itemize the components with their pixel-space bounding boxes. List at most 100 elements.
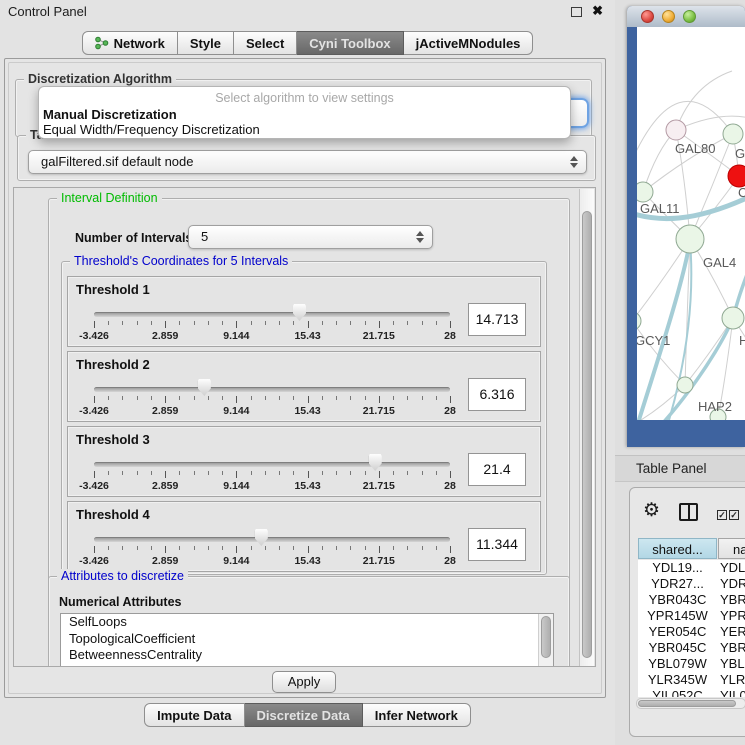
- tick-mark: [422, 396, 423, 400]
- table-row[interactable]: YER054CYER0: [638, 624, 745, 640]
- checkbox-icon[interactable]: ✓: [717, 510, 727, 520]
- minimize-traffic-light[interactable]: [662, 10, 675, 23]
- apply-button[interactable]: Apply: [272, 671, 336, 693]
- tab-jactivemnodules[interactable]: jActiveMNodules: [404, 31, 534, 55]
- tick-mark: [308, 396, 309, 403]
- scrollbar-thumb[interactable]: [638, 700, 736, 707]
- slider-thumb[interactable]: [293, 304, 306, 321]
- table-row[interactable]: YLR345WYLR3: [638, 672, 745, 688]
- network-node[interactable]: [637, 312, 641, 330]
- tick-mark: [350, 546, 351, 550]
- network-edge-highlighted[interactable]: [637, 241, 690, 420]
- node-label: H: [739, 333, 745, 348]
- tick-mark: [94, 321, 95, 328]
- column-header-name[interactable]: na: [718, 538, 745, 559]
- threshold-slider[interactable]: -3.4262.8599.14415.4321.71528: [80, 378, 480, 420]
- network-node[interactable]: [666, 120, 686, 140]
- slider-track[interactable]: [94, 387, 450, 392]
- node-label: HAP2: [698, 399, 732, 414]
- tick-mark: [194, 546, 195, 550]
- checkbox-icon[interactable]: ✓: [729, 510, 739, 520]
- slider-thumb[interactable]: [369, 454, 382, 471]
- slider-tick-labels: -3.4262.8599.14415.4321.71528: [94, 405, 450, 417]
- tick-mark: [422, 321, 423, 325]
- table-row[interactable]: YPR145WYPR1: [638, 608, 745, 624]
- threshold-slider[interactable]: -3.4262.8599.14415.4321.71528: [80, 528, 480, 570]
- tick-mark: [407, 396, 408, 400]
- table-row[interactable]: YBR043CYBR0: [638, 592, 745, 608]
- tab-label: jActiveMNodules: [416, 36, 521, 51]
- float-icon[interactable]: [571, 7, 582, 17]
- columns-icon[interactable]: [679, 503, 698, 521]
- slider-ticks: [94, 471, 450, 479]
- dropdown-item-equal-width-frequency[interactable]: Equal Width/Frequency Discretization: [43, 122, 260, 137]
- attribute-list-item[interactable]: BetweennessCentrality: [61, 647, 553, 664]
- gear-icon[interactable]: ⚙: [643, 501, 660, 520]
- threshold-slider[interactable]: -3.4262.8599.14415.4321.71528: [80, 453, 480, 495]
- table-row[interactable]: YDL19...YDL1: [638, 560, 745, 576]
- threshold-value-field[interactable]: 6.316: [468, 378, 526, 411]
- tick-mark: [265, 321, 266, 325]
- table-data-combobox[interactable]: galFiltered.sif default node: [28, 150, 587, 174]
- tab-style[interactable]: Style: [178, 31, 234, 55]
- slider-thumb[interactable]: [255, 529, 268, 546]
- network-node[interactable]: [723, 124, 743, 144]
- tick-mark: [251, 471, 252, 475]
- tab-discretize-data[interactable]: Discretize Data: [245, 703, 363, 727]
- threshold-value-field[interactable]: 21.4: [468, 453, 526, 486]
- node-label: C: [738, 185, 745, 200]
- tick-mark: [422, 471, 423, 475]
- network-edge[interactable]: [637, 417, 718, 420]
- slider-thumb[interactable]: [198, 379, 211, 396]
- tick-mark: [151, 546, 152, 550]
- tick-mark: [322, 471, 323, 475]
- tab-infer-network[interactable]: Infer Network: [363, 703, 471, 727]
- threshold-slider[interactable]: -3.4262.8599.14415.4321.71528: [80, 303, 480, 345]
- network-canvas[interactable]: GAL80GACGAL11GAL4GCY1HHAP2: [637, 27, 745, 420]
- tab-select[interactable]: Select: [234, 31, 297, 55]
- slider-track[interactable]: [94, 462, 450, 467]
- close-icon[interactable]: ✖: [592, 3, 603, 19]
- attribute-list-scrollbar[interactable]: [538, 614, 553, 667]
- table-row[interactable]: YDR27...YDR2: [638, 576, 745, 592]
- tick-mark: [265, 396, 266, 400]
- tick-mark: [251, 546, 252, 550]
- network-node[interactable]: [676, 225, 704, 253]
- slider-ticks: [94, 321, 450, 329]
- threshold-value-field[interactable]: 14.713: [468, 303, 526, 336]
- network-node[interactable]: [728, 165, 745, 187]
- attribute-list-item[interactable]: TopologicalCoefficient: [61, 631, 553, 648]
- tab-network[interactable]: Network: [82, 31, 178, 55]
- network-edge[interactable]: [643, 130, 676, 192]
- network-edge[interactable]: [676, 71, 732, 130]
- network-node[interactable]: [677, 377, 693, 393]
- attribute-list-item[interactable]: SelfLoops: [61, 614, 553, 631]
- column-header-shared[interactable]: shared...: [638, 538, 717, 559]
- table-horizontal-scrollbar[interactable]: [636, 698, 745, 709]
- panel-scrollbar[interactable]: [579, 189, 594, 667]
- number-of-intervals-combobox[interactable]: 5: [188, 225, 433, 249]
- table-row[interactable]: YIL052CYIL0: [638, 688, 745, 697]
- close-traffic-light[interactable]: [641, 10, 654, 23]
- tab-impute-data[interactable]: Impute Data: [144, 703, 244, 727]
- tick-mark: [279, 546, 280, 550]
- node-label: GCY1: [637, 333, 670, 348]
- network-node[interactable]: [722, 307, 744, 329]
- slider-track[interactable]: [94, 312, 450, 317]
- tab-cyni-toolbox[interactable]: Cyni Toolbox: [297, 31, 403, 55]
- network-node[interactable]: [637, 182, 653, 202]
- threshold-value-field[interactable]: 11.344: [468, 528, 526, 561]
- scrollbar-thumb[interactable]: [541, 616, 551, 658]
- tick-mark: [308, 546, 309, 553]
- table-row[interactable]: YBR045CYBR0: [638, 640, 745, 656]
- slider-ticks: [94, 396, 450, 404]
- zoom-traffic-light[interactable]: [683, 10, 696, 23]
- dropdown-item-manual-discretization[interactable]: Manual Discretization: [43, 107, 177, 122]
- tick-mark: [450, 546, 451, 553]
- network-edge[interactable]: [685, 318, 733, 385]
- slider-track[interactable]: [94, 537, 450, 542]
- table-row[interactable]: YBL079WYBL0: [638, 656, 745, 672]
- scrollbar-thumb[interactable]: [582, 211, 592, 658]
- tick-mark: [450, 396, 451, 403]
- group-title: Interval Definition: [57, 191, 162, 205]
